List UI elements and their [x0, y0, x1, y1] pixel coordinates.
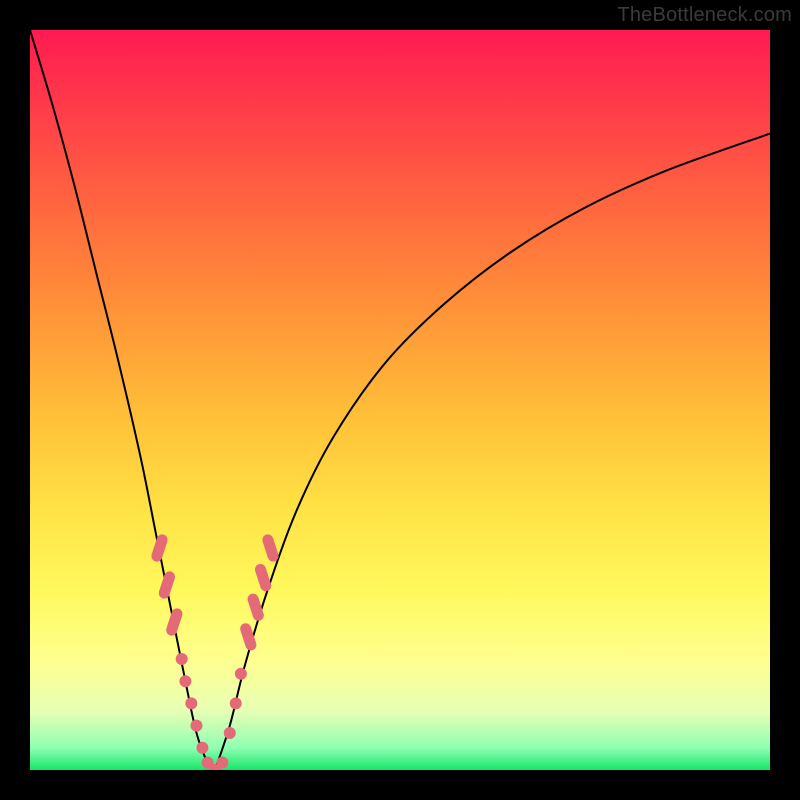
marker-dot [179, 675, 191, 687]
sample-markers [150, 533, 280, 770]
marker-dot [191, 720, 203, 732]
marker-capsule [261, 533, 280, 563]
marker-dot [185, 697, 197, 709]
chart-frame: TheBottleneck.com [0, 0, 800, 800]
watermark-text: TheBottleneck.com [617, 4, 792, 27]
marker-dot [224, 727, 236, 739]
right-curve [215, 134, 770, 770]
marker-dot [235, 668, 247, 680]
marker-dot [216, 757, 228, 769]
plot-area [30, 30, 770, 770]
marker-dot [230, 697, 242, 709]
right-curve-path [215, 134, 770, 770]
marker-capsule [165, 607, 184, 637]
marker-dot [176, 653, 188, 665]
curves-layer [30, 30, 770, 770]
marker-capsule [239, 622, 258, 652]
marker-dot [196, 742, 208, 754]
marker-capsule [150, 533, 169, 563]
marker-capsule [157, 570, 176, 600]
marker-capsule [254, 563, 273, 593]
